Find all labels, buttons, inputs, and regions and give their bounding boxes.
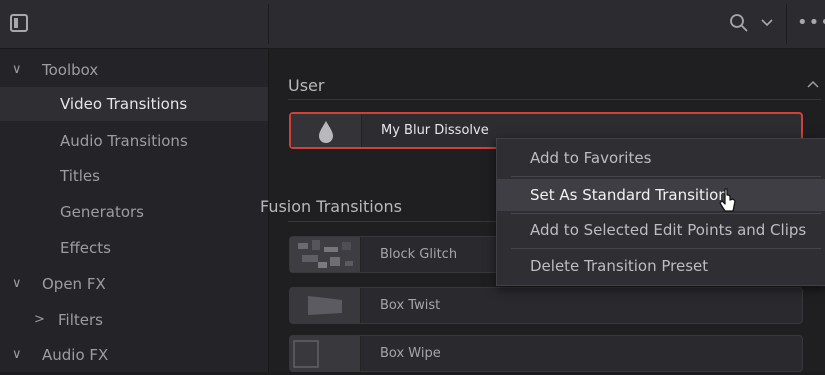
more-icon[interactable]: ••• xyxy=(797,14,825,32)
chevron-down-icon[interactable] xyxy=(760,16,774,30)
sidebar-item-label: Generators xyxy=(60,203,144,221)
transition-name: Block Glitch xyxy=(380,247,458,262)
sidebar: ∨ Toolbox Video Transitions Audio Transi… xyxy=(0,49,269,372)
context-menu: Add to Favorites Set As Standard Transit… xyxy=(496,138,825,286)
sidebar-item-audio-transitions[interactable]: Audio Transitions xyxy=(0,124,268,158)
sidebar-item-label: Audio FX xyxy=(42,346,109,364)
sidebar-item-open-fx[interactable]: ∨ Open FX xyxy=(0,267,268,301)
sidebar-item-toolbox[interactable]: ∨ Toolbox xyxy=(0,53,268,87)
menu-item-label: Add to Favorites xyxy=(530,149,652,167)
sidebar-item-audio-fx[interactable]: ∨ Audio FX xyxy=(0,338,268,372)
section-title-fusion-transitions: Fusion Transitions xyxy=(260,197,402,216)
transition-item-box-twist[interactable]: Box Twist xyxy=(289,287,803,324)
menu-item-label: Set As Standard Transition xyxy=(530,186,728,204)
sidebar-item-label: Video Transitions xyxy=(60,95,188,113)
chevron-up-icon[interactable] xyxy=(807,79,819,89)
sidebar-item-label: Titles xyxy=(60,167,100,185)
box-twist-thumbnail xyxy=(290,288,361,323)
sidebar-item-titles[interactable]: Titles xyxy=(0,159,268,193)
chevron-down-icon: ∨ xyxy=(12,347,22,362)
panel-toggle-icon[interactable] xyxy=(10,14,28,32)
search-icon[interactable] xyxy=(729,13,749,33)
menu-item-label: Add to Selected Edit Points and Clips xyxy=(530,221,807,239)
sidebar-item-effects[interactable]: Effects xyxy=(0,231,268,265)
menu-item-delete-transition-preset[interactable]: Delete Transition Preset xyxy=(497,250,825,282)
sidebar-item-label: Effects xyxy=(60,239,111,257)
transition-name: My Blur Dissolve xyxy=(381,123,489,138)
cursor-icon xyxy=(719,188,736,212)
sidebar-item-label: Open FX xyxy=(42,275,106,293)
section-divider xyxy=(288,99,821,100)
transition-item-box-wipe[interactable]: Box Wipe xyxy=(289,335,803,372)
menu-item-label: Delete Transition Preset xyxy=(530,257,709,275)
transition-name: Box Wipe xyxy=(380,346,441,361)
sidebar-item-label: Toolbox xyxy=(42,61,99,79)
glitch-thumbnail xyxy=(290,237,361,272)
sidebar-item-filters[interactable]: > Filters xyxy=(0,303,268,337)
top-toolbar: ••• xyxy=(0,0,825,49)
toolbar-divider xyxy=(786,4,787,44)
sidebar-item-label: Audio Transitions xyxy=(60,132,188,150)
menu-separator xyxy=(511,248,821,249)
menu-item-add-to-selected-edit-points[interactable]: Add to Selected Edit Points and Clips xyxy=(497,214,825,246)
box-wipe-thumbnail xyxy=(290,336,361,371)
section-divider xyxy=(288,221,498,222)
sidebar-item-video-transitions[interactable]: Video Transitions xyxy=(0,87,268,121)
chevron-right-icon: > xyxy=(34,312,45,327)
chevron-down-icon: ∨ xyxy=(12,276,22,291)
droplet-icon xyxy=(319,121,333,143)
sidebar-item-label: Filters xyxy=(58,311,103,329)
section-title-user: User xyxy=(288,76,325,95)
toolbar-divider xyxy=(268,4,269,44)
transition-name: Box Twist xyxy=(380,298,441,313)
menu-item-add-to-favorites[interactable]: Add to Favorites xyxy=(497,142,825,174)
chevron-down-icon: ∨ xyxy=(12,62,22,77)
menu-item-set-as-standard-transition[interactable]: Set As Standard Transition xyxy=(497,179,825,211)
sidebar-item-generators[interactable]: Generators xyxy=(0,195,268,229)
menu-separator xyxy=(511,176,821,177)
transition-thumbnail xyxy=(291,114,362,147)
